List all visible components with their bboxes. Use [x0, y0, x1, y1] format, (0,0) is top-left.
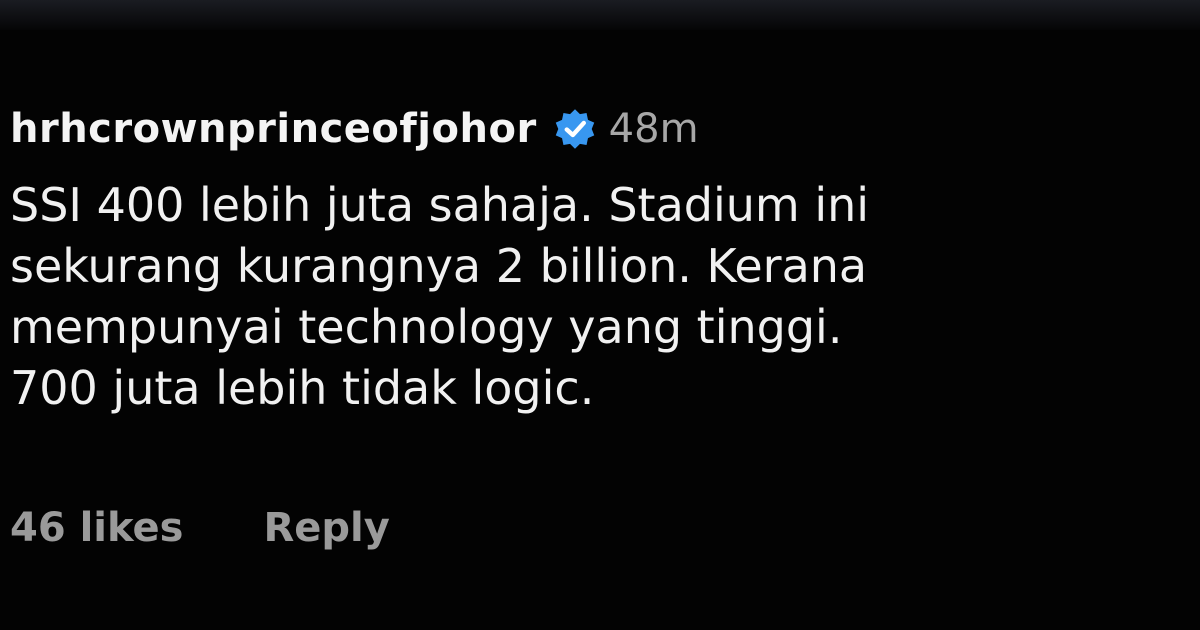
reply-button[interactable]: Reply	[263, 505, 389, 551]
top-bar	[0, 0, 1200, 30]
comment-header: hrhcrownprinceofjohor 48m	[10, 95, 1180, 163]
instagram-comment-screenshot: hrhcrownprinceofjohor 48m SSI 400 lebih …	[0, 0, 1200, 630]
username-link[interactable]: hrhcrownprinceofjohor	[10, 106, 537, 152]
comment-text: SSI 400 lebih juta sahaja. Stadium ini s…	[10, 178, 870, 415]
likes-count[interactable]: 46 likes	[10, 505, 183, 551]
comment-timestamp: 48m	[608, 106, 699, 152]
comment-actions: 46 likes Reply	[10, 505, 390, 551]
comment: hrhcrownprinceofjohor 48m SSI 400 lebih …	[10, 95, 1180, 419]
verified-badge-icon	[553, 107, 597, 151]
